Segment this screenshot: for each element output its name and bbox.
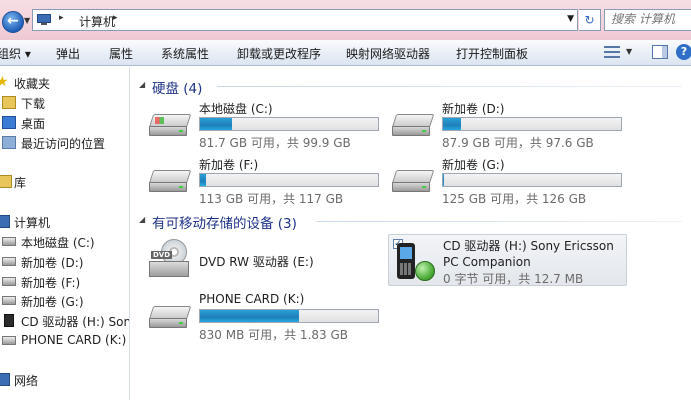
map-network-drive-button[interactable]: 映射网络驱动器: [346, 45, 430, 62]
drive-free-space: 113 GB 可用，共 117 GB: [199, 192, 344, 206]
hard-drive-icon: [148, 114, 192, 140]
nav-label: 新加卷 (G:): [21, 295, 84, 309]
nav-label: CD 驱动器 (H:) Sony: [21, 315, 130, 329]
usage-bar: [199, 173, 379, 187]
nav-label: 新加卷 (F:): [21, 276, 81, 290]
collapse-triangle-icon[interactable]: ◢: [139, 215, 145, 224]
usage-bar-fill: [443, 118, 461, 130]
hard-drive-icon: [2, 296, 16, 305]
drive-tile-g[interactable]: 新加卷 (G:) 125 GB 可用，共 126 GB: [391, 156, 632, 206]
drive-free-space: 0 字节 可用，共 12.7 MB: [443, 272, 584, 286]
usage-bar-fill: [200, 118, 233, 130]
hard-drive-icon: [148, 170, 192, 196]
group-divider: [217, 86, 682, 87]
nav-label: 收藏夹: [14, 77, 51, 91]
drive-name: DVD RW 驱动器 (E:): [199, 255, 314, 269]
drive-tile-h[interactable]: ✓ CD 驱动器 (H:) Sony Ericsson PC Companion…: [388, 234, 627, 286]
drive-name: 新加卷 (F:): [199, 158, 259, 172]
back-button[interactable]: ←: [2, 11, 24, 33]
downloads-folder-icon: [2, 96, 16, 109]
drive-name: 本地磁盘 (C:): [199, 102, 273, 116]
drive-tile-k[interactable]: PHONE CARD (K:) 830 MB 可用，共 1.83 GB: [148, 292, 389, 342]
back-arrow-icon: ←: [7, 13, 19, 29]
phone-companion-icon: [395, 243, 435, 283]
organize-button[interactable]: 组织 ▾: [0, 45, 31, 62]
usage-bar-fill: [200, 174, 207, 186]
collapse-triangle-icon[interactable]: ◢: [139, 80, 145, 89]
breadcrumb-computer[interactable]: 计算机: [79, 13, 115, 30]
refresh-icon: ↻: [584, 13, 595, 27]
navigation-pane: ★ 收藏夹 下载 桌面 最近访问的位置 库 计算机 本地磁盘 (C:) 新加卷 …: [0, 67, 130, 400]
change-view-icon[interactable]: [604, 45, 620, 59]
nav-label: 网络: [14, 374, 39, 388]
nav-label: 桌面: [21, 117, 46, 131]
group-title: 硬盘 (4): [152, 81, 203, 97]
nav-label: 最近访问的位置: [21, 137, 106, 151]
eject-button[interactable]: 弹出: [56, 45, 80, 62]
refresh-button[interactable]: ↻: [579, 9, 601, 31]
help-icon[interactable]: ?: [676, 44, 691, 60]
computer-icon: [0, 215, 10, 228]
history-dropdown-icon[interactable]: ▼: [24, 16, 30, 25]
desktop-icon: [2, 116, 16, 129]
title-bar: ← ▼ ▸ 计算机 ▸ ▼ ↻: [0, 0, 691, 40]
drive-name: 新加卷 (G:): [442, 158, 505, 172]
hard-drive-icon: [391, 170, 435, 196]
drive-free-space: 81.7 GB 可用，共 99.9 GB: [199, 136, 351, 150]
computer-icon: [37, 14, 53, 26]
search-box[interactable]: [604, 9, 691, 31]
group-title: 有可移动存储的设备 (3): [152, 216, 297, 232]
group-hard-disks[interactable]: ◢ 硬盘 (4): [139, 77, 689, 97]
drive-free-space: 87.9 GB 可用，共 97.6 GB: [442, 136, 594, 150]
preview-pane-icon[interactable]: [652, 45, 668, 59]
command-bar: 组织 ▾ 弹出 属性 系统属性 卸载或更改程序 映射网络驱动器 打开控制面板 ▼…: [0, 40, 691, 66]
nav-label: 下载: [21, 97, 46, 111]
phone-icon: [4, 314, 14, 327]
group-divider: [317, 221, 682, 222]
drive-name: PHONE CARD (K:): [199, 292, 305, 306]
open-control-panel-button[interactable]: 打开控制面板: [456, 45, 528, 62]
nav-label: 计算机: [14, 216, 51, 230]
drive-tile-e[interactable]: DVD DVD RW 驱动器 (E:): [149, 239, 389, 289]
drive-name: CD 驱动器 (H:) Sony Ericsson PC Companion: [443, 239, 614, 269]
uninstall-program-button[interactable]: 卸载或更改程序: [237, 45, 321, 62]
nav-label: 库: [14, 176, 27, 190]
drive-free-space: 125 GB 可用，共 126 GB: [442, 192, 587, 206]
search-input[interactable]: [611, 12, 689, 26]
removable-drive-icon: [148, 306, 192, 332]
hard-drive-icon: [2, 257, 16, 266]
network-icon: [0, 373, 10, 386]
nav-label: 新加卷 (D:): [21, 256, 84, 270]
drive-name: 新加卷 (D:): [442, 102, 505, 116]
address-dropdown-icon[interactable]: ▼: [567, 14, 574, 24]
view-options-dropdown-icon[interactable]: ▼: [626, 47, 632, 56]
content-pane: ◢ 硬盘 (4) 本地磁盘 (C:) 81.7 GB 可用，共 99.9 GB …: [131, 67, 691, 400]
star-icon: ★: [0, 74, 10, 90]
address-bar[interactable]: ▸ 计算机 ▸ ▼: [32, 9, 578, 31]
hard-drive-icon: [2, 277, 16, 286]
library-icon: [0, 175, 12, 188]
usage-bar-fill: [200, 310, 300, 322]
nav-label: 本地磁盘 (C:): [21, 236, 95, 250]
recent-places-icon: [2, 136, 16, 149]
drive-tile-f[interactable]: 新加卷 (F:) 113 GB 可用，共 117 GB: [148, 156, 389, 206]
nav-label: PHONE CARD (K:): [21, 333, 127, 347]
usage-bar: [199, 309, 379, 323]
dvd-drive-icon: DVD: [149, 239, 189, 279]
drive-tile-c[interactable]: 本地磁盘 (C:) 81.7 GB 可用，共 99.9 GB: [148, 100, 389, 150]
group-removable-storage[interactable]: ◢ 有可移动存储的设备 (3): [139, 212, 689, 232]
system-properties-button[interactable]: 系统属性: [161, 45, 209, 62]
usage-bar: [199, 117, 379, 131]
breadcrumb-separator-icon[interactable]: ▸: [59, 13, 64, 23]
usage-bar: [442, 173, 622, 187]
removable-drive-icon: [2, 336, 16, 345]
drive-free-space: 830 MB 可用，共 1.83 GB: [199, 328, 348, 342]
usage-bar: [442, 117, 622, 131]
drive-tile-d[interactable]: 新加卷 (D:) 87.9 GB 可用，共 97.6 GB: [391, 100, 632, 150]
hard-drive-icon: [2, 237, 16, 246]
properties-button[interactable]: 属性: [109, 45, 133, 62]
breadcrumb-chevron-icon[interactable]: ▸: [113, 13, 118, 23]
usage-bar-fill: [443, 174, 445, 186]
hard-drive-icon: [391, 114, 435, 140]
